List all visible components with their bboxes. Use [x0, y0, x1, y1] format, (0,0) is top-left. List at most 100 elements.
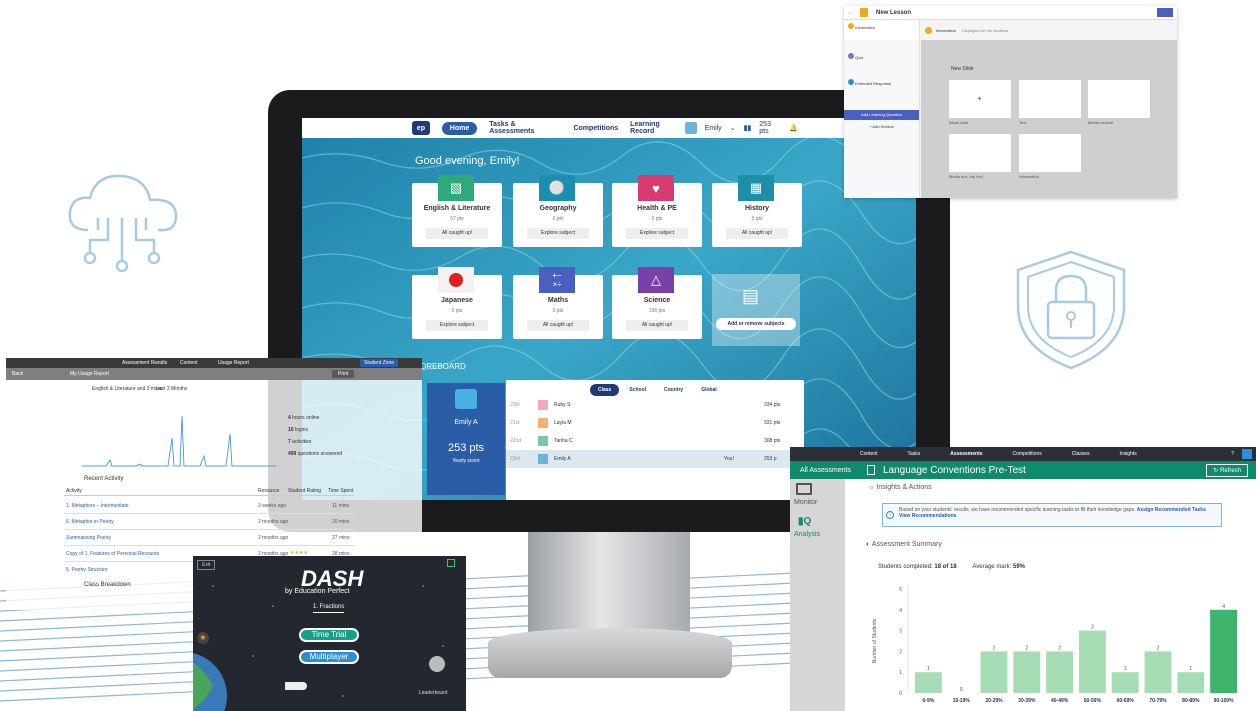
chart-bar[interactable]: [914, 672, 942, 693]
subject-filter[interactable]: English & Literature and 3 more: [92, 386, 162, 392]
nav-tab-tasks[interactable]: Tasks & Assessments: [489, 121, 561, 135]
nav-tasks[interactable]: Tasks: [908, 451, 921, 457]
save-button[interactable]: [1157, 8, 1173, 17]
score-period[interactable]: Yearly score: [427, 458, 505, 464]
column-icon: ▦: [738, 175, 774, 201]
subject-button[interactable]: Explore subject: [626, 228, 688, 239]
period-filter[interactable]: Last 3 Months: [156, 386, 187, 392]
sidebar-item-extended-response[interactable]: Extended Response: [844, 76, 919, 96]
x-tick-label: 0-9%: [923, 698, 935, 704]
monitor-stand: [528, 532, 690, 638]
nav-tab-competitions[interactable]: Competitions: [573, 125, 618, 132]
user-menu[interactable]: Emily: [705, 125, 722, 132]
slide-template-media-text[interactable]: [949, 134, 1011, 172]
usage-tab[interactable]: Usage Report: [218, 360, 249, 366]
score-distribution-chart: Number of Students 0 1 2 3 4 5 1 0-9% 0 10-19% 2 20…: [872, 585, 1238, 704]
chart-bar[interactable]: [1046, 651, 1074, 693]
star-icon[interactable]: ★: [197, 632, 209, 644]
subject-card-health[interactable]: ♥ Health & PE 0 pts Explore subject: [612, 175, 702, 247]
chart-bar[interactable]: [1144, 651, 1172, 693]
cloud-network-icon: [68, 174, 178, 273]
print-button[interactable]: Print: [332, 370, 355, 378]
sidebar-item-quiz[interactable]: Quiz: [844, 50, 919, 70]
chart-bar[interactable]: [1013, 651, 1041, 693]
all-assessments-link[interactable]: All Assessments: [800, 467, 851, 474]
student-zone-button[interactable]: Student Zone: [360, 359, 399, 367]
add-subjects-card[interactable]: ▤ Add or remove subjects: [712, 274, 800, 346]
nav-tab-learning-record[interactable]: Learning Record: [630, 121, 685, 135]
user-avatar[interactable]: [685, 122, 697, 134]
activity-row[interactable]: Summarising Poetry 2 months ago 27 mins: [64, 532, 354, 546]
nav-assessments[interactable]: Assessments: [950, 451, 982, 457]
view-recommendations-link[interactable]: View Recommendations: [899, 513, 956, 519]
info-icon: [925, 26, 932, 34]
back-arrow-icon[interactable]: ←: [848, 10, 854, 16]
subject-card-science[interactable]: △ Science 196 pts All caught up!: [612, 267, 702, 339]
info-icon: i: [886, 511, 894, 519]
activity-row[interactable]: 1. Metaphors – Intermediate 3 weeks ago …: [64, 500, 354, 514]
results-tab[interactable]: Assessment Results: [122, 360, 167, 366]
nav-insights[interactable]: Insights: [1120, 451, 1137, 457]
sidebar-item-analysis[interactable]: Analysis: [794, 531, 845, 538]
subject-button[interactable]: All caught up!: [726, 228, 788, 239]
slide-template-blank[interactable]: +: [949, 80, 1011, 118]
chart-bar[interactable]: [1177, 672, 1205, 693]
help-icon[interactable]: ?: [1231, 451, 1234, 457]
content-tab[interactable]: Content: [180, 360, 198, 366]
ep-logo: ep: [412, 121, 430, 135]
assign-tasks-link[interactable]: Assign Recommended Tasks: [1137, 507, 1206, 513]
subject-card-japanese[interactable]: Japanese 0 pts Explore subject: [412, 267, 502, 339]
usage-stats: 4 hours online 10 logins 7 activities 49…: [288, 412, 388, 460]
exit-button[interactable]: Exit: [197, 560, 216, 570]
tab-class[interactable]: Class: [590, 384, 620, 396]
slide-template-media[interactable]: [1088, 80, 1150, 118]
subject-button[interactable]: All caught up!: [626, 320, 688, 331]
add-remove-subjects-button[interactable]: Add or remove subjects: [716, 318, 796, 330]
nav-content[interactable]: Content: [860, 451, 878, 457]
sidebar-item-monitor[interactable]: Monitor: [794, 499, 845, 506]
nav-competitions[interactable]: Competitions: [1013, 451, 1042, 457]
subject-card-english[interactable]: ▧ English & Literature 57 pts All caught…: [412, 175, 502, 247]
time-trial-button[interactable]: Time Trial: [299, 628, 359, 642]
shield-lock-icon: [1016, 250, 1126, 370]
fullscreen-button[interactable]: [447, 559, 455, 567]
chart-bar[interactable]: [980, 651, 1008, 693]
refresh-button[interactable]: ↻ Refresh: [1206, 463, 1248, 477]
greeting-heading: Good evening, Emily!: [415, 155, 520, 167]
tab-school[interactable]: School: [621, 384, 654, 396]
subject-card-geography[interactable]: ⚪ Geography 0 pts Explore subject: [513, 175, 603, 247]
x-tick-label: 10-19%: [953, 698, 971, 704]
summary-stats: Students completed: 18 of 18 Average mar…: [878, 564, 1025, 570]
subject-button[interactable]: All caught up!: [426, 228, 488, 239]
subject-card-history[interactable]: ▦ History 0 pts All caught up!: [712, 175, 802, 247]
subject-button[interactable]: Explore subject: [426, 320, 488, 331]
nav-classes[interactable]: Classes: [1072, 451, 1090, 457]
assessment-header: All Assessments Language Conventions Pre…: [790, 461, 1256, 479]
leaderboard-button[interactable]: Leaderboard: [419, 690, 447, 696]
tab-country[interactable]: Country: [656, 384, 691, 396]
chart-bar[interactable]: [1078, 630, 1106, 693]
subject-button[interactable]: Explore subject: [527, 228, 589, 239]
back-link[interactable]: Back: [12, 371, 23, 377]
bar-value-label: 2: [993, 645, 996, 651]
subject-button[interactable]: All caught up!: [527, 320, 589, 331]
top-nav: ep Home Tasks & Assessments Competitions…: [302, 118, 916, 138]
add-learning-question-button[interactable]: Add Learning Question: [844, 110, 919, 120]
slide-template-information[interactable]: [1019, 134, 1081, 172]
lesson-title: New Lesson: [876, 9, 912, 16]
my-score-card: Emily A 253 pts Yearly score: [427, 383, 505, 495]
chart-bar[interactable]: [1210, 609, 1238, 693]
avatar[interactable]: [1242, 449, 1252, 459]
add-section-button[interactable]: + Add Section: [844, 124, 919, 129]
tab-global[interactable]: Global: [693, 384, 725, 396]
chart-bar[interactable]: [1111, 672, 1139, 693]
slide-template-text[interactable]: [1019, 80, 1081, 118]
nav-tab-home[interactable]: Home: [441, 121, 478, 135]
chevron-down-icon[interactable]: ⌄: [730, 124, 736, 132]
subject-card-maths[interactable]: +− ×÷ Maths 0 pts All caught up!: [513, 267, 603, 339]
activity-row[interactable]: 5. Poetry Structure: [64, 564, 204, 578]
sidebar-item-information[interactable]: Information: [844, 20, 919, 40]
activity-row[interactable]: 6. Metaphor in Poetry 2 months ago 20 mi…: [64, 516, 354, 530]
bell-icon[interactable]: 🔔: [789, 124, 798, 132]
multiplayer-button[interactable]: Multiplayer: [299, 650, 359, 664]
